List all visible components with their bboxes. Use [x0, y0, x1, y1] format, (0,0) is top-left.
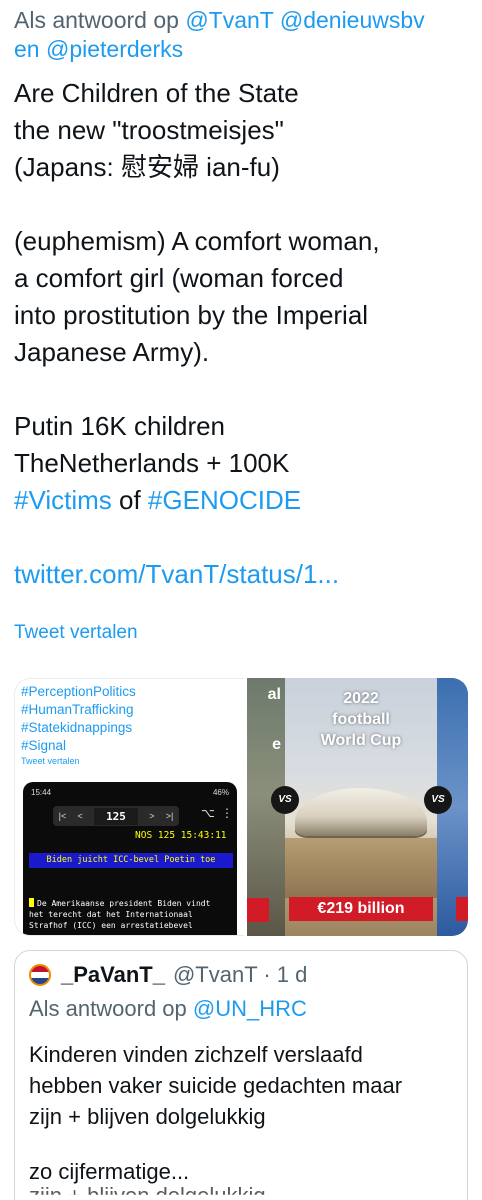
embedded-hashtag: #HumanTrafficking [21, 702, 134, 717]
teletext-body-line: Strafhof (ICC) een arrestatiebevel [29, 921, 193, 930]
tweet-line-hashtags: #Victims of #GENOCIDE [14, 482, 474, 519]
quoted-line: zijn + blijven dolgelukkig [29, 1104, 266, 1129]
reply-to-header: Als antwoord op @TvanT @denieuwsbv en @p… [14, 6, 474, 64]
quoted-tweet-card[interactable]: _PaVanT_ @TvanT · 1 d Als antwoord op @U… [14, 950, 468, 1200]
collage-center-panel: 2022 football World Cup €219 billion [285, 678, 437, 936]
phone-time: 15:44 [31, 788, 52, 797]
avatar[interactable] [29, 964, 51, 986]
teletext-bullet [29, 898, 34, 907]
collage-red-label [456, 897, 468, 921]
phone-status-bar: 15:44 46% [31, 788, 229, 800]
quoted-tweet-text: Kinderen vinden zichzelf verslaafd hebbe… [29, 1039, 459, 1187]
mention-tvant[interactable]: @TvanT [185, 7, 273, 33]
embedded-hashtag: #PerceptionPolitics [21, 684, 136, 699]
stadium-image [295, 788, 427, 836]
phone-battery: 46% [212, 788, 229, 797]
collage-text-fragment: e [272, 736, 281, 753]
quoted-tweet-header: _PaVanT_ @TvanT · 1 d [29, 961, 307, 989]
tweet-line: TheNetherlands + 100K [14, 448, 290, 478]
vs-badge: VS [424, 786, 452, 814]
teletext-page-number: 125 [94, 807, 138, 825]
teletext-body: De Amerikaanse president Biden vindt het… [29, 898, 235, 931]
phone-teletext-screenshot: 15:44 46% |< < 125 > >| ⌥ ⋮ NOS 125 15:4… [23, 782, 237, 935]
worldcup-title-line: 2022 [343, 690, 379, 707]
media-image-worldcup[interactable]: al e 2022 football World Cup €219 billio… [247, 678, 468, 936]
hashtag-victims[interactable]: #Victims [14, 485, 112, 515]
tweet-line: (euphemism) A comfort woman, [14, 226, 380, 256]
tweet-line: into prostitution by the Imperial [14, 300, 369, 330]
teletext-page-nav: |< < 125 > >| [53, 806, 179, 826]
share-icon: ⌥ [201, 806, 215, 820]
quoted-line: zo cijfermatige... [29, 1159, 190, 1184]
teletext-nos-line: NOS 125 15:43:11 [135, 830, 227, 841]
tweet-line: Japanese Army). [14, 337, 210, 367]
more-options-icon: ⋮ [221, 806, 233, 820]
collage-red-label [247, 898, 269, 922]
mention-denieuwsbv[interactable]: @denieuwsbv [280, 7, 425, 33]
vs-badge: VS [271, 786, 299, 814]
first-page-icon: |< [58, 811, 67, 821]
translate-tweet-link[interactable]: Tweet vertalen [14, 622, 138, 644]
hashtag-genocide[interactable]: #GENOCIDE [148, 485, 301, 515]
quoted-overflow-text: zijn + blijven dolgelukkig [29, 1183, 266, 1200]
tweet-word-of: of [111, 485, 148, 515]
teletext-body-line: De Amerikaanse president Biden vindt [37, 899, 211, 908]
stadium-ground [285, 838, 437, 898]
quoted-reply-to: Als antwoord op @UN_HRC [29, 994, 307, 1024]
last-page-icon: >| [165, 811, 174, 821]
worldcup-title: 2022 football World Cup [285, 688, 437, 751]
mention-un-hrc[interactable]: @UN_HRC [193, 996, 307, 1021]
mention-en[interactable]: en [14, 36, 46, 62]
quoted-line: Kinderen vinden zichzelf verslaafd [29, 1042, 363, 1067]
tweet-link[interactable]: twitter.com/TvanT/status/1... [14, 556, 474, 593]
quoted-line: hebben vaker suicide gedachten maar [29, 1073, 403, 1098]
media-image-screenshot[interactable]: #PerceptionPolitics #HumanTrafficking #S… [14, 678, 244, 936]
collage-text-fragment: al [267, 686, 281, 703]
tweet-line: a comfort girl (woman forced [14, 263, 344, 293]
embedded-hashtag: #Statekidnappings [21, 720, 133, 735]
quoted-display-name[interactable]: _PaVanT_ [61, 961, 165, 989]
tweet-line: the new "troostmeisjes" [14, 115, 284, 145]
tweet-text: Are Children of the State the new "troos… [14, 75, 474, 593]
next-page-icon: > [149, 811, 155, 821]
prev-page-icon: < [77, 811, 83, 821]
media-grid: #PerceptionPolitics #HumanTrafficking #S… [14, 678, 468, 936]
price-label: €219 billion [289, 897, 433, 921]
tweet-line: (Japans: 慰安婦 ian-fu) [14, 152, 280, 182]
embedded-hashtag: #Signal [21, 738, 67, 753]
teletext-body-line: het terecht dat het Internationaal [29, 910, 193, 919]
tweet-line: Are Children of the State [14, 78, 299, 108]
reply-prefix: Als antwoord op [14, 7, 186, 33]
teletext-headline: Biden juicht ICC-bevel Poetin toe [29, 853, 233, 868]
worldcup-title-line: World Cup [320, 732, 402, 749]
embedded-translate-label: Tweet vertalen [21, 756, 80, 766]
mention-pieterderks[interactable]: @pieterderks [46, 36, 183, 62]
worldcup-title-line: football [332, 711, 390, 728]
quoted-handle-time: @TvanT · 1 d [172, 962, 308, 987]
embedded-hashtags: #PerceptionPolitics #HumanTrafficking #S… [21, 683, 136, 755]
quoted-reply-prefix: Als antwoord op [29, 996, 193, 1021]
tweet-line: Putin 16K children [14, 411, 226, 441]
